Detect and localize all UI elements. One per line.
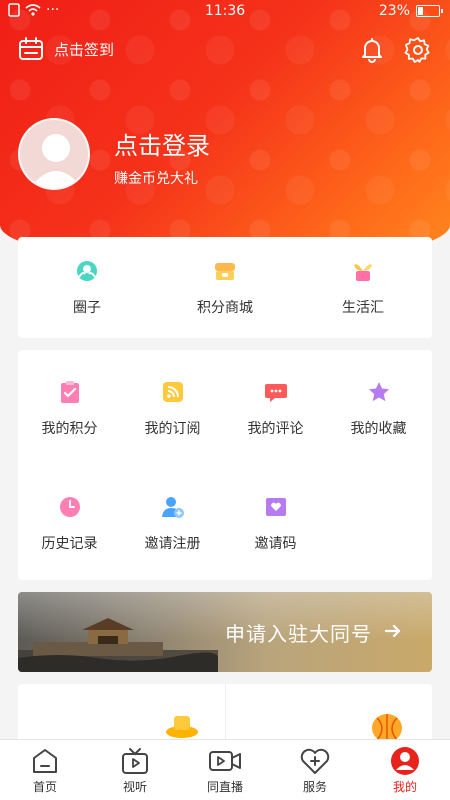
clipboard-check-icon (60, 381, 79, 403)
shop-icon (215, 263, 235, 280)
menu-item-my-comments[interactable]: 我的评论 (224, 380, 327, 438)
add-user-icon (161, 497, 184, 518)
menu-grid-card: 我的积分 我的订阅 我的评论 我的收藏 历史记录 邀请注册 邀请码 (18, 350, 432, 580)
menu-item-history[interactable]: 历史记录 (18, 495, 121, 553)
menu-item-my-subscriptions[interactable]: 我的订阅 (121, 380, 224, 438)
tab-label: 我的 (392, 780, 417, 794)
menu-item-label: 邀请注册 (144, 536, 201, 552)
gold-coin-icon (166, 716, 198, 738)
rss-icon (162, 382, 183, 402)
tv-icon (122, 748, 148, 774)
menu-item-label: 我的订阅 (144, 421, 201, 437)
heart-envelope-icon (265, 498, 286, 516)
avatar[interactable] (18, 118, 90, 190)
menu-item-label: 我的积分 (41, 421, 98, 437)
quick-entry-life[interactable]: 生活汇 (294, 237, 432, 338)
menu-item-invite-register[interactable]: 邀请注册 (121, 495, 224, 553)
quick-entry-circle[interactable]: 圈子 (18, 237, 156, 338)
tab-mine[interactable]: 我的 (360, 740, 450, 800)
tab-live[interactable]: 同直播 (180, 740, 270, 800)
menu-item-label: 历史记录 (41, 536, 98, 552)
menu-item-invite-code[interactable]: 邀请码 (224, 495, 327, 553)
status-bar: ··· 11:36 23% (0, 0, 450, 24)
banner-text: 申请入驻大同号 (225, 622, 372, 646)
promo-card (18, 684, 432, 744)
menu-item-label: 我的评论 (247, 421, 304, 437)
video-camera-icon (209, 751, 241, 771)
comment-icon (264, 384, 287, 402)
quick-entries-card: 圈子 积分商城 生活汇 (18, 237, 432, 338)
quick-entry-points-mall[interactable]: 积分商城 (156, 237, 294, 338)
tab-label: 首页 (32, 780, 57, 794)
promo-left[interactable] (18, 684, 225, 744)
quick-entry-label: 积分商城 (197, 300, 253, 316)
city-gate-illustration (18, 618, 218, 672)
quick-entry-label: 圈子 (73, 300, 101, 316)
clock-icon (59, 497, 80, 517)
circle-people-icon (77, 261, 97, 281)
quick-entry-label: 生活汇 (342, 300, 384, 316)
tab-services[interactable]: 服务 (270, 740, 360, 800)
promo-right[interactable] (226, 684, 433, 744)
checkin-label: 点击签到 (54, 40, 115, 59)
calendar-icon (19, 37, 43, 60)
tab-label: 同直播 (206, 780, 243, 794)
tab-label: 视听 (122, 780, 147, 794)
bottom-tab-bar: 首页 视听 同直播 服务 我的 (0, 739, 450, 800)
plant-pot-icon (354, 264, 372, 281)
apply-banner[interactable]: 申请入驻大同号 (18, 592, 432, 672)
login-title[interactable]: 点击登录 (114, 126, 210, 161)
menu-item-my-points[interactable]: 我的积分 (18, 380, 121, 438)
menu-item-my-favorites[interactable]: 我的收藏 (327, 380, 430, 438)
battery-icon (416, 5, 443, 17)
profile-icon (391, 747, 419, 775)
battery-percent: 23% (378, 3, 410, 19)
bell-icon[interactable] (358, 36, 386, 64)
heart-plus-icon (300, 748, 330, 774)
arrow-right-icon (384, 624, 401, 638)
tab-label: 服务 (302, 780, 327, 794)
home-icon (33, 749, 57, 773)
star-icon (368, 382, 389, 402)
checkin-button[interactable]: 点击签到 (18, 36, 114, 62)
login-subtitle: 赚金币兑大礼 (114, 171, 198, 187)
tab-media[interactable]: 视听 (90, 740, 180, 800)
tab-home[interactable]: 首页 (0, 740, 90, 800)
lantern-icon (371, 714, 402, 742)
status-icons-right: 23% (378, 3, 443, 19)
menu-item-label: 邀请码 (254, 536, 297, 552)
gear-icon[interactable] (404, 36, 432, 64)
menu-item-label: 我的收藏 (350, 421, 407, 437)
